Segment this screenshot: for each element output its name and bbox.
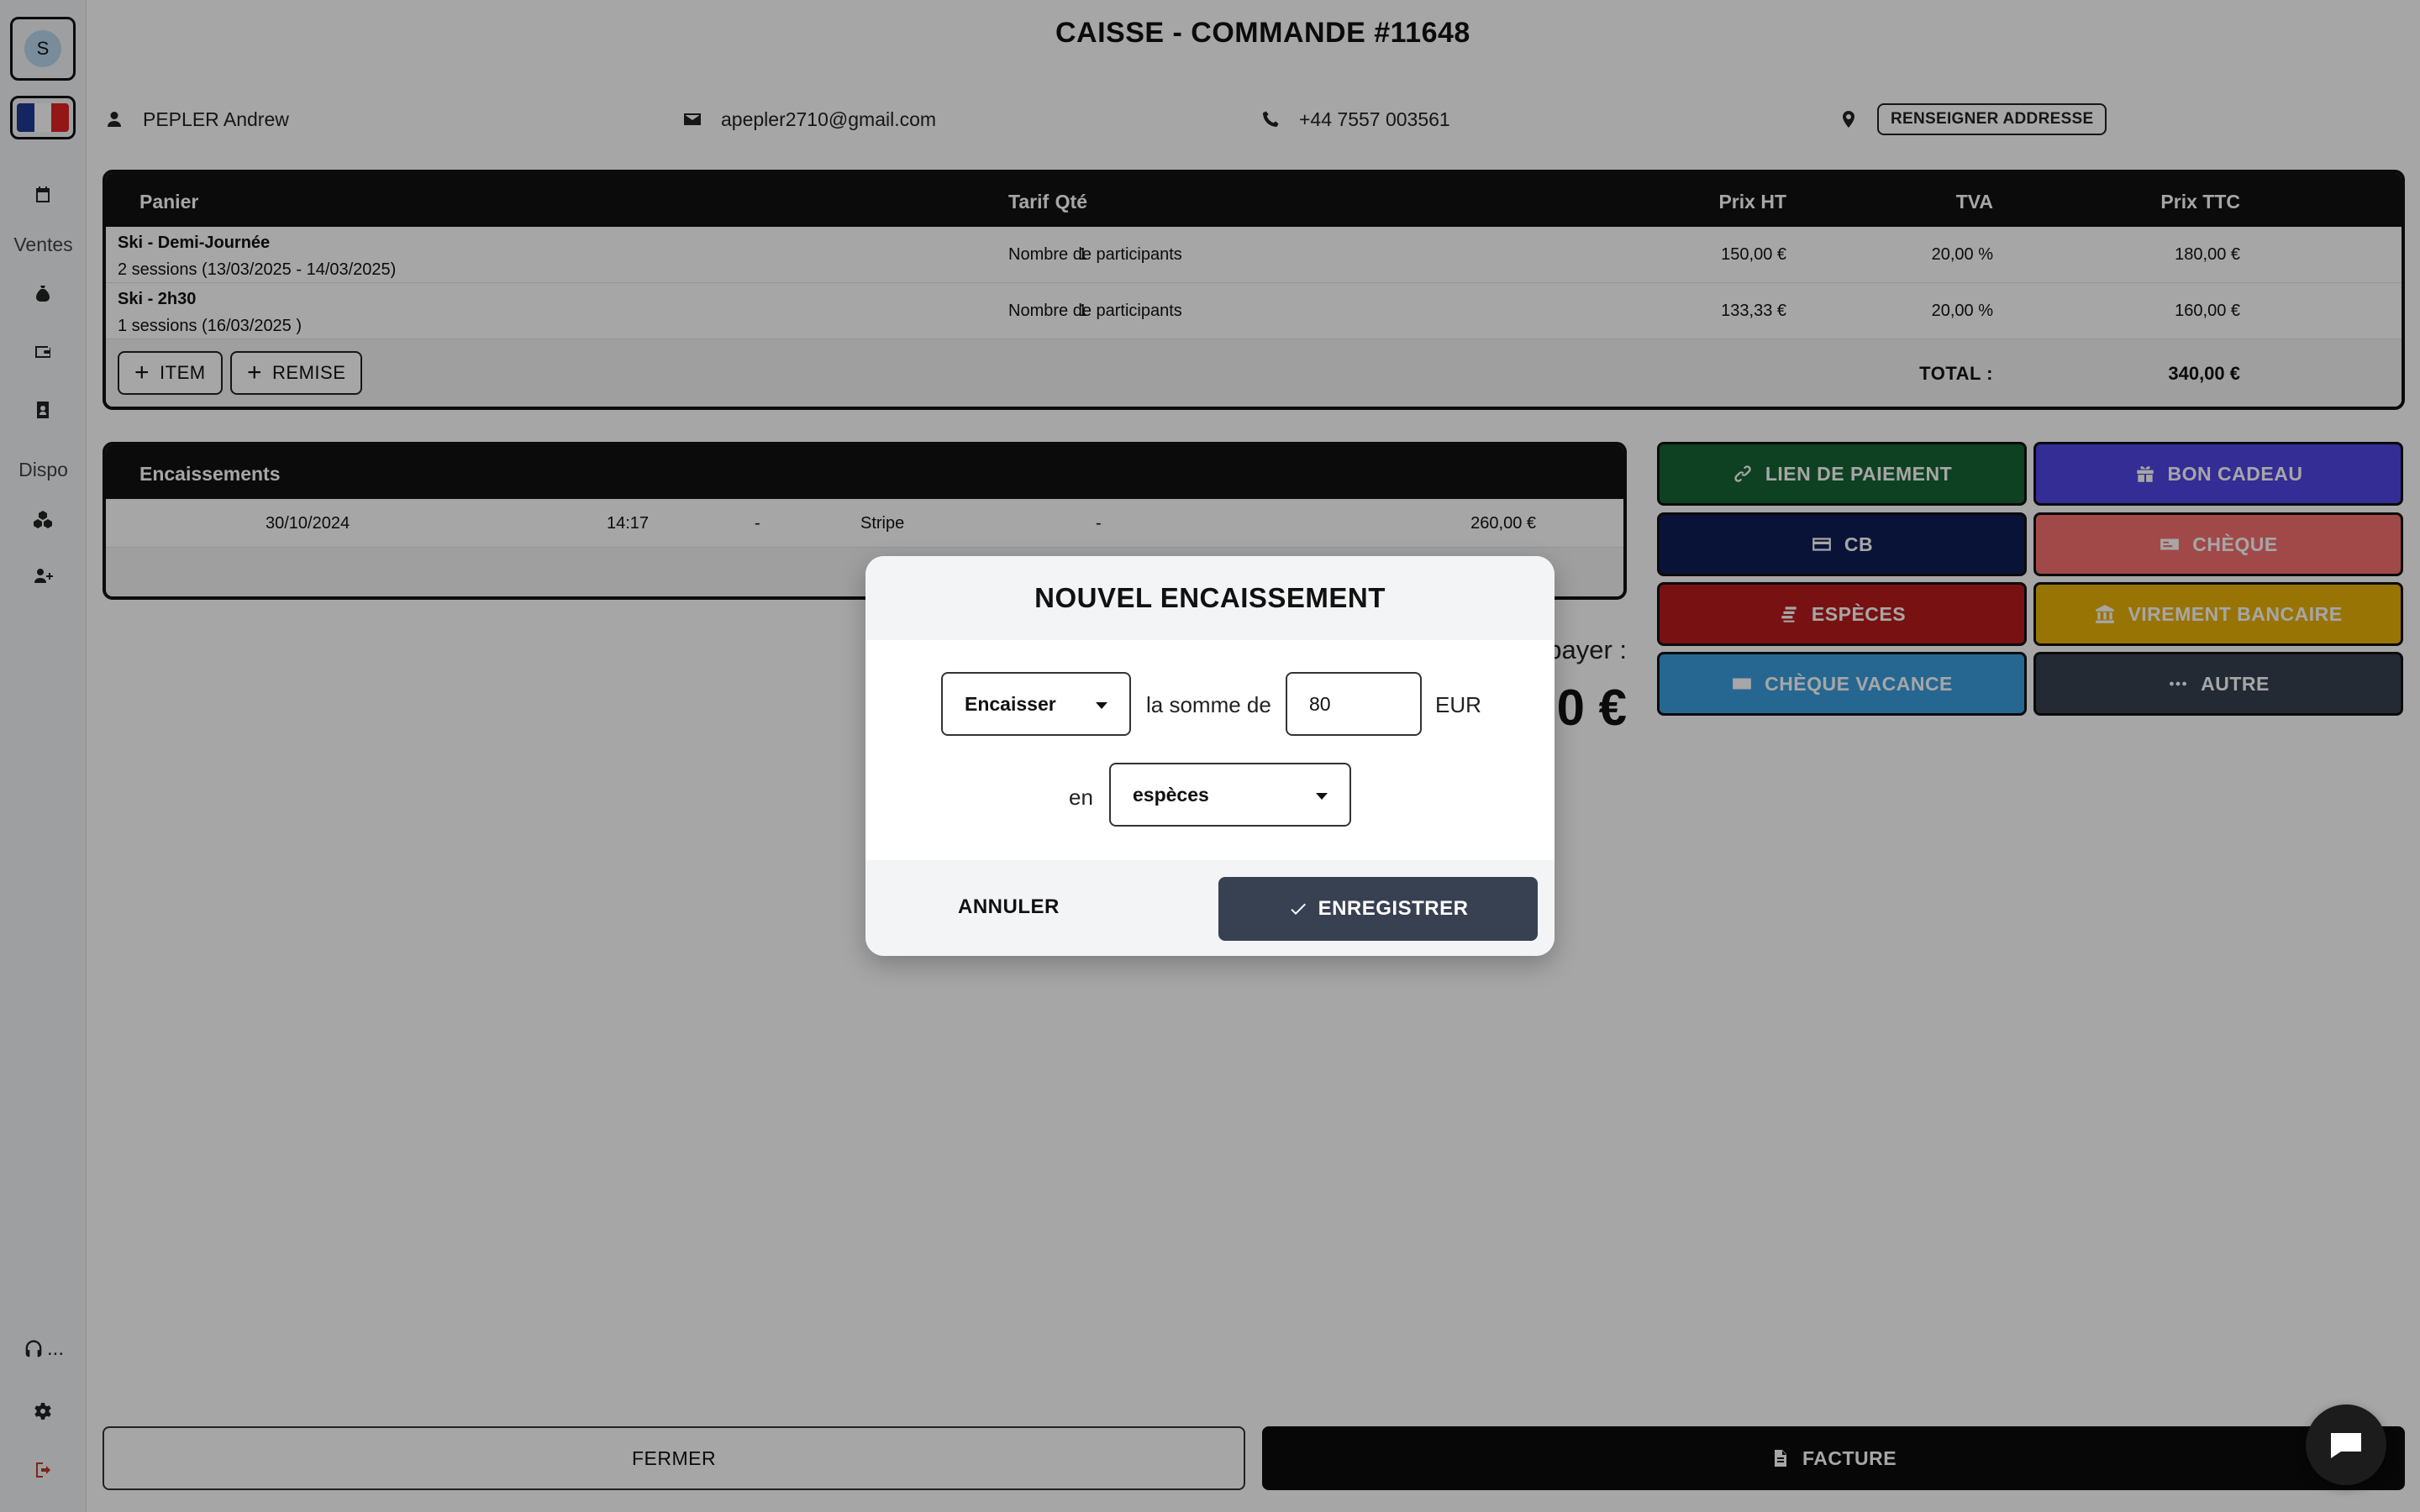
check-icon <box>1290 903 1306 915</box>
amount-input[interactable]: 80 <box>1286 672 1422 736</box>
payment-method-select[interactable]: espèces <box>1109 763 1351 827</box>
save-button[interactable]: ENREGISTRER <box>1218 877 1538 941</box>
action-select[interactable]: Encaisser <box>941 672 1131 736</box>
modal-body: Encaisser la somme de 80 EUR en espèces <box>865 640 1555 860</box>
save-label: ENREGISTRER <box>1318 897 1469 920</box>
amount-prefix: la somme de <box>1146 692 1271 717</box>
cancel-button[interactable]: ANNULER <box>958 895 1060 919</box>
action-select-value: Encaisser <box>965 692 1056 715</box>
chat-icon <box>2331 1433 2361 1458</box>
amount-input-value: 80 <box>1309 692 1331 715</box>
modal-footer: ANNULER ENREGISTRER <box>865 860 1555 956</box>
method-prefix: en <box>1069 785 1093 810</box>
chat-button[interactable] <box>2306 1404 2386 1485</box>
modal-title-text: NOUVEL ENCAISSEMENT <box>1034 582 1386 613</box>
currency-label: EUR <box>1435 692 1481 717</box>
caret-down-icon <box>1316 793 1328 800</box>
caret-down-icon <box>1096 702 1107 709</box>
payment-method-select-value: espèces <box>1133 783 1209 806</box>
modal-title: NOUVEL ENCAISSEMENT <box>865 556 1555 640</box>
new-payment-modal: NOUVEL ENCAISSEMENT Encaisser la somme d… <box>865 556 1555 956</box>
